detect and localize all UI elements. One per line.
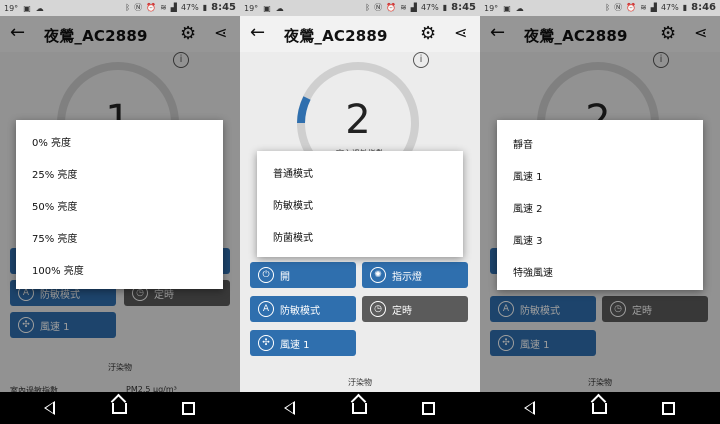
app-bar: ← 夜鶯_AC2889 ⚙ ⋖	[240, 16, 480, 52]
nav-bar	[480, 392, 720, 424]
cloud-icon: ☁	[275, 4, 284, 13]
alarm-icon: ⏰	[626, 3, 637, 12]
brightness-option-0[interactable]: 0% 亮度	[32, 134, 71, 149]
clock-time: 8:45	[451, 2, 476, 13]
timer-tile[interactable]: ◷ 定時	[362, 296, 468, 322]
nav-back-icon[interactable]	[524, 401, 535, 415]
bluetooth-icon: ᛒ	[605, 3, 611, 12]
screen-mode-dialog: 19° ▣ ☁ ᛒ Ⓝ ⏰ ≋ ▟ 47% ▮ 8:45 ← 夜鶯_AC2889…	[240, 0, 480, 424]
mode-tile-label: 防敏模式	[280, 305, 320, 317]
nav-back-icon[interactable]	[44, 401, 55, 415]
battery-percent: 47%	[180, 3, 199, 12]
timer-tile-label: 定時	[392, 305, 412, 317]
fan-icon: ✣	[258, 335, 274, 351]
lightbulb-icon: ✺	[370, 267, 386, 283]
signal-icon: ▟	[410, 3, 417, 12]
nav-recents-icon[interactable]	[662, 402, 675, 415]
gear-icon[interactable]: ⚙	[420, 23, 436, 44]
fan-option-speed-3[interactable]: 風速 3	[513, 232, 543, 247]
back-arrow-icon[interactable]: ←	[250, 24, 265, 42]
screens-container: 19° ▣ ☁ ᛒ Ⓝ ⏰ ≋ ▟ 47% ▮ 8:45 ← 夜鶯_AC2889…	[0, 0, 720, 424]
fan-tile-label: 風速 1	[280, 339, 310, 351]
status-bar: 19° ▣ ☁ ᛒ Ⓝ ⏰ ≋ ▟ 47% ▮ 8:46	[480, 0, 720, 16]
mode-option-normal[interactable]: 普通模式	[273, 165, 313, 180]
nfc-icon: Ⓝ	[614, 3, 623, 12]
image-icon: ▣	[23, 4, 31, 13]
signal-icon: ▟	[170, 3, 177, 12]
wifi-icon: ≋	[400, 3, 407, 12]
wifi-icon: ≋	[160, 3, 167, 12]
mode-option-allergen[interactable]: 防敏模式	[273, 197, 313, 212]
nav-home-icon[interactable]	[592, 403, 607, 414]
battery-percent: 47%	[420, 3, 439, 12]
power-icon: ⏻	[258, 267, 274, 283]
mode-dialog: 普通模式 防敏模式 防菌模式	[257, 151, 463, 257]
fan-speed-tile[interactable]: ✣ 風速 1	[250, 330, 356, 356]
signal-icon: ▟	[650, 3, 657, 12]
device-title: 夜鶯_AC2889	[284, 27, 388, 45]
fan-option-speed-2[interactable]: 風速 2	[513, 200, 543, 215]
nfc-icon: Ⓝ	[374, 3, 383, 12]
nav-bar	[240, 392, 480, 424]
pollutants-heading: 汙染物	[348, 378, 372, 387]
bluetooth-icon: ᛒ	[365, 3, 371, 12]
clock-time: 8:46	[691, 2, 716, 13]
power-tile[interactable]: ⏻ 開	[250, 262, 356, 288]
fan-speed-dialog: 靜音 風速 1 風速 2 風速 3 特強風速	[497, 120, 703, 290]
image-icon: ▣	[503, 4, 511, 13]
fan-option-speed-1[interactable]: 風速 1	[513, 168, 543, 183]
nav-recents-icon[interactable]	[422, 402, 435, 415]
brightness-dialog: 0% 亮度 25% 亮度 50% 亮度 75% 亮度 100% 亮度	[16, 120, 223, 289]
screen-brightness-dialog: 19° ▣ ☁ ᛒ Ⓝ ⏰ ≋ ▟ 47% ▮ 8:45 ← 夜鶯_AC2889…	[0, 0, 240, 424]
temperature-text: 19°	[4, 4, 19, 13]
image-icon: ▣	[263, 4, 271, 13]
wifi-icon: ≋	[640, 3, 647, 12]
share-icon[interactable]: ⋖	[454, 23, 467, 42]
nav-home-icon[interactable]	[352, 403, 367, 414]
clock-time: 8:45	[211, 2, 236, 13]
fan-option-turbo[interactable]: 特強風速	[513, 264, 553, 279]
cloud-icon: ☁	[515, 4, 524, 13]
brightness-option-50[interactable]: 50% 亮度	[32, 198, 77, 213]
nav-bar	[0, 392, 240, 424]
nav-recents-icon[interactable]	[182, 402, 195, 415]
screen-fan-speed-dialog: 19° ▣ ☁ ᛒ Ⓝ ⏰ ≋ ▟ 47% ▮ 8:46 ← 夜鶯_AC2889…	[480, 0, 720, 424]
battery-icon: ▮	[202, 3, 208, 12]
brightness-option-25[interactable]: 25% 亮度	[32, 166, 77, 181]
status-bar: 19° ▣ ☁ ᛒ Ⓝ ⏰ ≋ ▟ 47% ▮ 8:45	[0, 0, 240, 16]
brightness-option-75[interactable]: 75% 亮度	[32, 230, 77, 245]
battery-icon: ▮	[682, 3, 688, 12]
alarm-icon: ⏰	[146, 3, 157, 12]
fan-option-silent[interactable]: 靜音	[513, 136, 533, 151]
status-bar: 19° ▣ ☁ ᛒ Ⓝ ⏰ ≋ ▟ 47% ▮ 8:45	[240, 0, 480, 16]
alarm-icon: ⏰	[386, 3, 397, 12]
battery-icon: ▮	[442, 3, 448, 12]
mode-option-bacteria[interactable]: 防菌模式	[273, 229, 313, 244]
nfc-icon: Ⓝ	[134, 3, 143, 12]
nav-home-icon[interactable]	[112, 403, 127, 414]
bluetooth-icon: ᛒ	[125, 3, 131, 12]
battery-percent: 47%	[660, 3, 679, 12]
nav-back-icon[interactable]	[284, 401, 295, 415]
temperature-text: 19°	[244, 4, 259, 13]
temperature-text: 19°	[484, 4, 499, 13]
cloud-icon: ☁	[35, 4, 44, 13]
mode-icon: A	[258, 301, 274, 317]
mode-tile[interactable]: A 防敏模式	[250, 296, 356, 322]
clock-icon: ◷	[370, 301, 386, 317]
power-tile-label: 開	[280, 271, 290, 283]
light-tile[interactable]: ✺ 指示燈	[362, 262, 468, 288]
gauge-value: 2	[345, 97, 371, 143]
brightness-option-100[interactable]: 100% 亮度	[32, 262, 84, 277]
light-tile-label: 指示燈	[392, 271, 422, 283]
